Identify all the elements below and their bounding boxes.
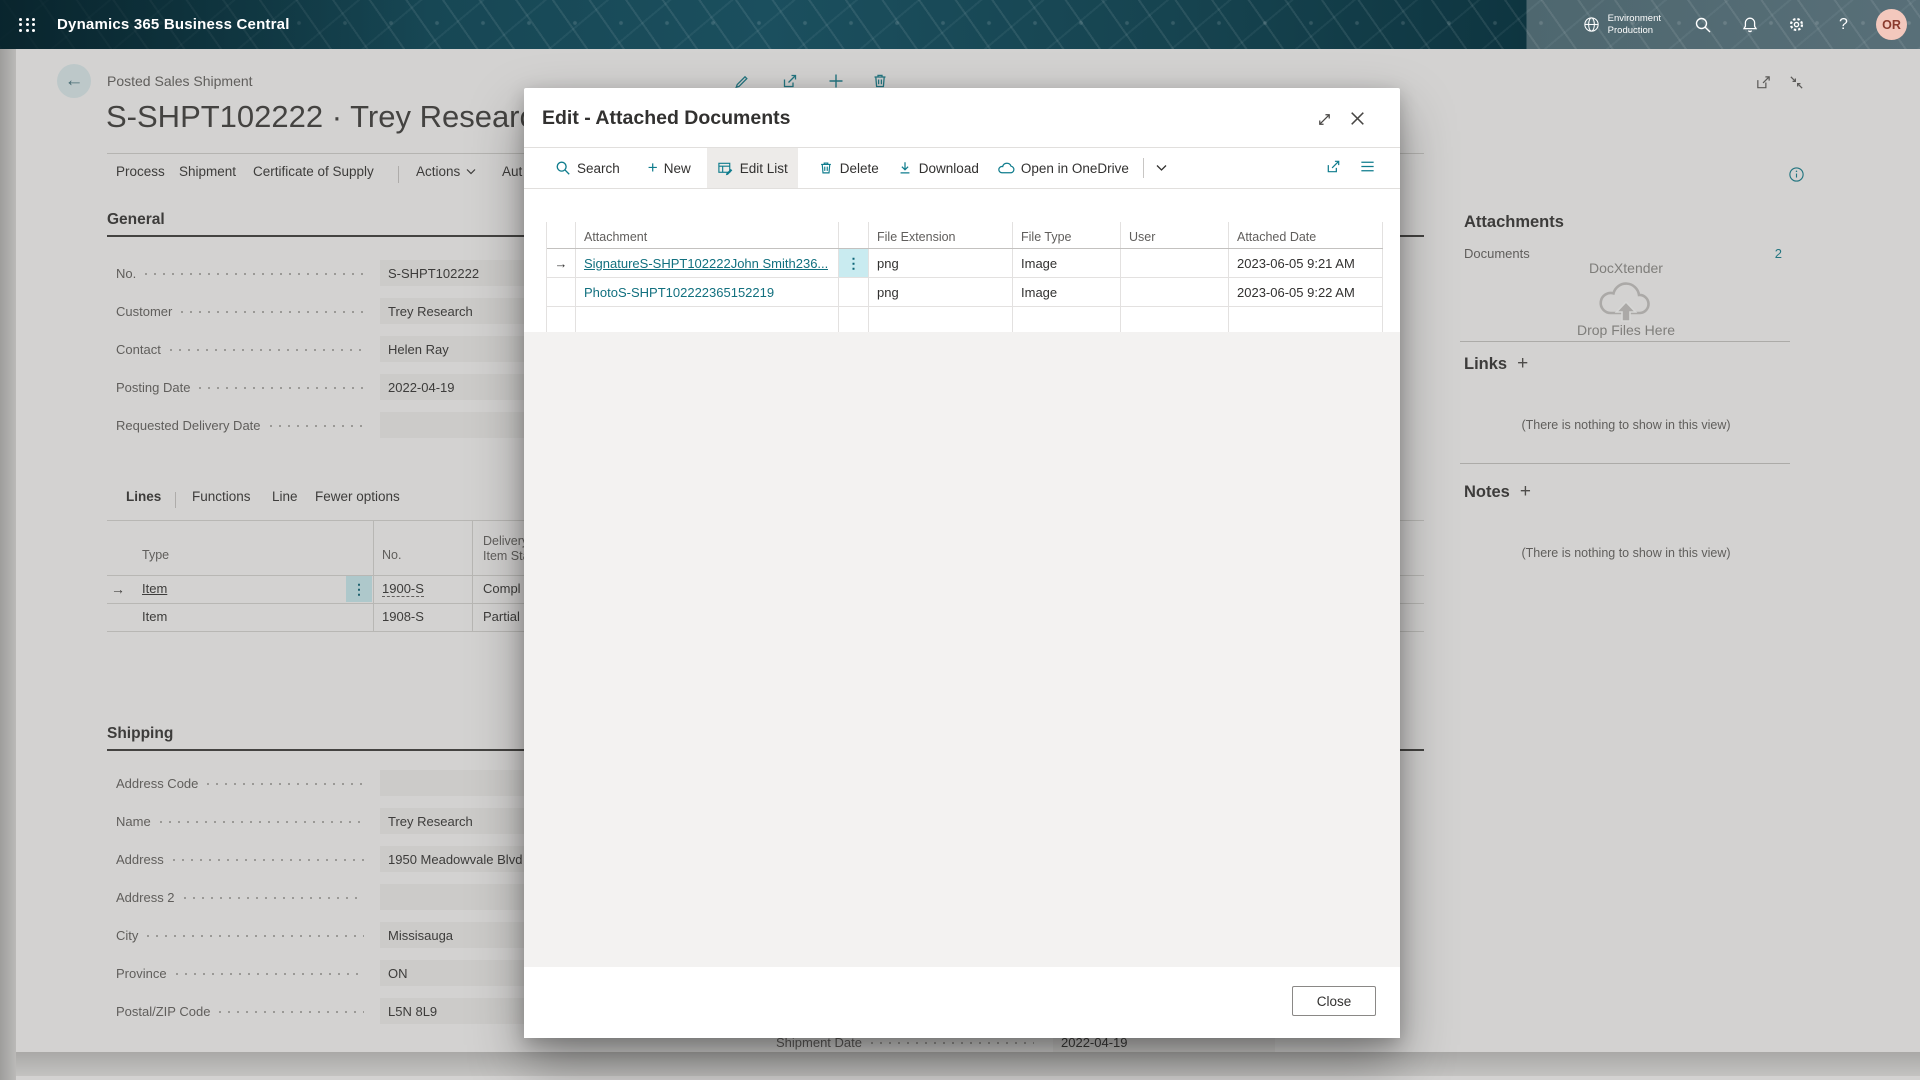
ellipsis-icon: ⋮ [847,255,861,272]
cloud-icon [997,160,1015,176]
download-icon [897,160,913,176]
new-button[interactable]: + New [648,158,691,178]
cell-file-extension[interactable]: png [869,278,1013,306]
settings-icon[interactable] [1773,0,1820,49]
cell-attached-date[interactable]: 2023-06-05 9:21 AM [1229,249,1383,277]
share-icon[interactable] [1325,158,1342,175]
attachment-link[interactable]: PhotoS-SHPT102222365152219 [584,285,774,300]
row-menu-cell [839,278,869,306]
col-user[interactable]: User [1121,222,1229,248]
close-button[interactable]: Close [1292,986,1376,1016]
dialog-body-area [524,332,1400,967]
open-in-onedrive-button[interactable]: Open in OneDrive [997,160,1129,176]
attachments-table: Attachment File Extension File Type User… [546,222,1383,336]
attachment-link[interactable]: SignatureS-SHPT102222John Smith236... [584,256,828,271]
row-marker-cell [547,278,576,306]
close-dialog-icon[interactable] [1348,109,1367,128]
cell-file-type[interactable]: Image [1013,278,1121,306]
attached-documents-dialog: Edit - Attached Documents Search + New E… [524,88,1400,1038]
environment-badge[interactable]: EnvironmentProduction [1582,13,1661,36]
toolbar-divider [1143,158,1144,178]
col-file-extension[interactable]: File Extension [869,222,1013,248]
globe-icon [1582,15,1601,34]
cell-user[interactable] [1121,249,1229,277]
switch-view-icon[interactable] [1359,158,1376,175]
edit-list-button[interactable]: Edit List [707,148,798,188]
dialog-toolbar: Search + New Edit List Delete Download O… [524,147,1400,189]
app-window: ← Posted Sales Shipment S-SHPT102222 · T… [0,0,1920,1080]
toolbar-right-icons [1325,158,1376,175]
plus-icon: + [648,158,658,178]
more-options-chevron-icon[interactable] [1156,164,1167,172]
search-icon[interactable] [1679,0,1726,49]
help-icon[interactable]: ? [1820,0,1867,49]
col-row-menu [839,222,869,248]
app-title[interactable]: Dynamics 365 Business Central [57,16,290,33]
dialog-footer: Close [524,967,1400,1038]
expand-dialog-icon[interactable] [1316,111,1333,128]
search-icon [555,160,571,176]
edit-list-icon [717,160,734,177]
row-marker-icon: → [547,249,576,277]
col-attachment[interactable]: Attachment [576,222,839,248]
row-menu-button[interactable]: ⋮ [839,249,868,277]
search-button[interactable]: Search [555,160,620,176]
cell-user[interactable] [1121,278,1229,306]
col-attached-date[interactable]: Attached Date [1229,222,1383,248]
trash-icon [818,160,834,176]
cell-attached-date[interactable]: 2023-06-05 9:22 AM [1229,278,1383,306]
topbar: Dynamics 365 Business Central Environmen… [0,0,1920,49]
row-marker-column [547,222,576,248]
table-header-row: Attachment File Extension File Type User… [547,222,1383,249]
dialog-title: Edit - Attached Documents [542,107,790,130]
table-row[interactable]: → SignatureS-SHPT102222John Smith236... … [547,249,1383,278]
col-file-type[interactable]: File Type [1013,222,1121,248]
table-row[interactable]: PhotoS-SHPT102222365152219 png Image 202… [547,278,1383,307]
cell-file-extension[interactable]: png [869,249,1013,277]
cell-file-type[interactable]: Image [1013,249,1121,277]
download-button[interactable]: Download [897,160,979,176]
delete-button[interactable]: Delete [818,160,879,176]
user-avatar[interactable]: OR [1876,9,1907,40]
app-launcher-icon[interactable] [19,18,36,32]
notifications-icon[interactable] [1726,0,1773,49]
